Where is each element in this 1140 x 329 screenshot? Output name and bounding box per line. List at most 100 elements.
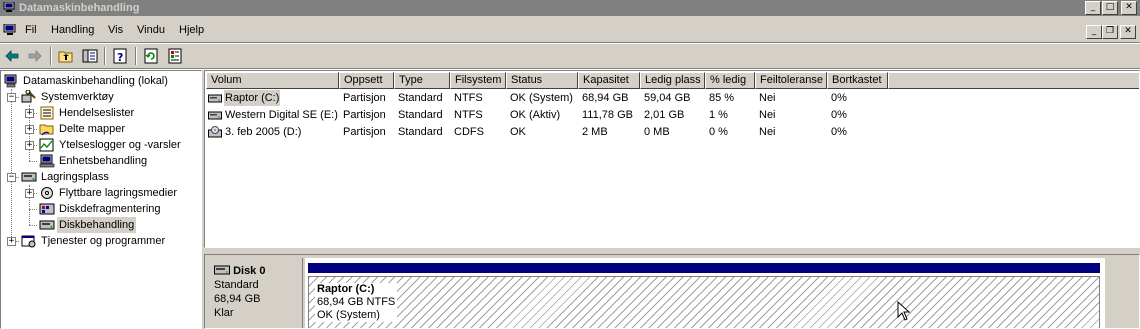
volume-status: OK [510, 126, 526, 138]
tree-label-selected: Diskbehandling [57, 217, 137, 233]
tree-item-systemtools[interactable]: Systemverktøy [21, 89, 201, 105]
tree-item-devicemanager[interactable]: Enhetsbehandling [39, 153, 201, 169]
performance-logs-icon [39, 138, 54, 152]
collapse-icon[interactable]: − [7, 173, 16, 182]
tree-item-defrag[interactable]: Diskdefragmentering [39, 201, 201, 217]
volume-list[interactable]: Volum Oppsett Type Filsystem Status Kapa… [204, 70, 1140, 248]
computer-management-icon [3, 2, 15, 12]
volume-name: Western Digital SE (E:) [225, 109, 338, 121]
column-header-capacity[interactable]: Kapasitet [578, 72, 640, 89]
tree-label: Systemverktøy [41, 91, 114, 103]
disk-type: Standard [214, 279, 259, 291]
volume-fault-tolerance: Nei [759, 126, 776, 138]
event-viewer-icon [40, 106, 54, 120]
tree-item-storage[interactable]: Lagringsplass [21, 169, 201, 185]
column-header-fault-tolerance[interactable]: Feiltoleranse [755, 72, 827, 89]
tree-item-services[interactable]: Tjenester og programmer [21, 233, 201, 249]
expand-icon[interactable]: + [7, 237, 16, 246]
tree-item-root[interactable]: Datamaskinbehandling (lokal) [3, 73, 201, 89]
volume-capacity: 111,78 GB [582, 109, 633, 121]
column-header-overhead[interactable]: Bortkastet [827, 72, 888, 89]
volume-free: 0 MB [644, 126, 670, 138]
volume-percent-free: 1 % [709, 109, 728, 121]
volume-percent-free: 0 % [709, 126, 728, 138]
up-folder-icon[interactable] [57, 47, 75, 65]
partition-block[interactable]: Raptor (C:) 68,94 GB NTFS OK (System) [308, 276, 1100, 328]
console-tree[interactable]: Datamaskinbehandling (lokal) − Systemver… [0, 70, 202, 329]
menu-file[interactable]: Fil [25, 24, 37, 36]
disk-size: 68,94 GB [214, 293, 261, 305]
hard-drive-icon [208, 94, 222, 103]
partition-status: OK (System) [317, 309, 380, 321]
disk-graphical-view[interactable]: Disk 0 Standard 68,94 GB Klar Raptor (C:… [204, 254, 1140, 329]
tree-label: Ytelseslogger og -varsler [59, 139, 181, 151]
tree-label: Delte mapper [59, 123, 126, 135]
toolbar-separator [104, 47, 106, 65]
tree-item-sharedfolders[interactable]: Delte mapper [39, 121, 201, 137]
document-window-icon[interactable] [3, 24, 17, 36]
tree-item-diskmgmt[interactable]: Diskbehandling [39, 217, 201, 233]
child-restore-button[interactable]: ❐ [1102, 25, 1118, 39]
partition-size-fs: 68,94 GB NTFS [317, 296, 396, 308]
forward-arrow-icon[interactable] [26, 47, 44, 65]
volume-name: Raptor (C:) [224, 90, 281, 106]
collapse-icon[interactable]: − [7, 93, 16, 102]
volume-layout: Partisjon [343, 126, 386, 138]
show-hide-tree-icon[interactable] [81, 47, 99, 65]
properties-icon[interactable] [166, 47, 184, 65]
disk-management-icon [39, 220, 55, 230]
volume-status: OK (Aktiv) [510, 109, 561, 121]
tree-label: Lagringsplass [41, 171, 109, 183]
volume-fault-tolerance: Nei [759, 92, 776, 104]
expand-icon[interactable]: + [25, 109, 34, 118]
menu-window[interactable]: Vindu [137, 24, 165, 36]
partition-area[interactable]: Raptor (C:) 68,94 GB NTFS OK (System) [305, 258, 1105, 328]
tree-label: Datamaskinbehandling (lokal) [23, 75, 168, 87]
column-header-free[interactable]: Ledig plass [640, 72, 705, 89]
back-arrow-icon[interactable] [3, 47, 21, 65]
tree-item-perflogs[interactable]: Ytelseslogger og -varsler [39, 137, 201, 153]
mouse-pointer-icon [897, 301, 911, 321]
tree-item-removable[interactable]: Flyttbare lagringsmedier [39, 185, 201, 201]
tree-label: Tjenester og programmer [41, 235, 166, 247]
volume-percent-free: 85 % [709, 92, 735, 104]
tree-connector [29, 161, 37, 162]
volume-capacity: 68,94 GB [582, 92, 629, 104]
refresh-icon[interactable] [142, 47, 160, 65]
help-icon[interactable]: ? [111, 47, 129, 65]
child-minimize-button[interactable]: _ [1086, 25, 1102, 39]
menu-help[interactable]: Hjelp [179, 24, 204, 36]
shared-folder-icon [39, 124, 54, 136]
volume-free: 2,01 GB [644, 109, 685, 121]
column-header-percent-free[interactable]: % ledig [705, 72, 755, 89]
volume-overhead: 0% [831, 92, 847, 104]
hard-disk-icon [214, 265, 230, 275]
expand-icon[interactable]: + [25, 189, 34, 198]
minimize-button[interactable]: _ [1085, 1, 1101, 15]
volume-type: Standard [398, 92, 443, 104]
column-header-filesystem[interactable]: Filsystem [450, 72, 506, 89]
tree-item-eventviewer[interactable]: Hendelseslister [39, 105, 201, 121]
column-header-type[interactable]: Type [394, 72, 450, 89]
child-close-button[interactable]: ✕ [1120, 25, 1136, 39]
tree-label: Flyttbare lagringsmedier [59, 187, 177, 199]
partition-name: Raptor (C:) [317, 283, 375, 295]
volume-free: 59,04 GB [644, 92, 691, 104]
computer-management-icon [4, 74, 17, 88]
disk-state: Klar [214, 307, 234, 319]
menu-view[interactable]: Vis [108, 24, 123, 36]
volume-status: OK (System) [510, 92, 573, 104]
disk-label-panel[interactable]: Disk 0 Standard 68,94 GB Klar [207, 258, 303, 328]
menu-action[interactable]: Handling [51, 24, 94, 36]
column-header-layout[interactable]: Oppsett [339, 72, 394, 89]
expand-icon[interactable]: + [25, 141, 34, 150]
maximize-button[interactable]: □ [1102, 1, 1118, 15]
cd-drive-icon [208, 126, 222, 138]
close-button[interactable]: ✕ [1121, 1, 1137, 15]
column-header-status[interactable]: Status [506, 72, 578, 89]
storage-icon [21, 172, 37, 182]
expand-icon[interactable]: + [25, 125, 34, 134]
column-header-volume[interactable]: Volum [206, 72, 339, 89]
removable-storage-icon [41, 187, 53, 199]
menu-bar: Fil Handling Vis Vindu Hjelp [0, 19, 1140, 42]
